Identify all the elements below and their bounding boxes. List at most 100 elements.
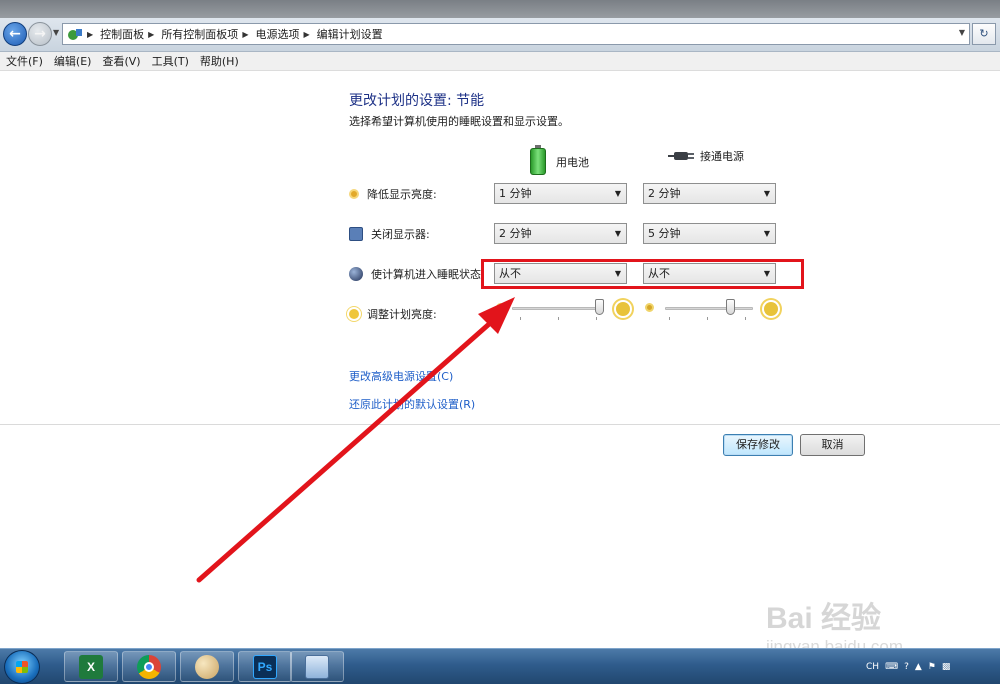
taskbar-app-excel[interactable]: X (64, 651, 118, 682)
refresh-button[interactable]: ↻ (972, 23, 996, 45)
menu-edit[interactable]: 编辑(E) (54, 53, 92, 69)
menu-view[interactable]: 查看(V) (102, 53, 140, 69)
row-label: 使计算机进入睡眠状态: (371, 268, 485, 281)
annotation-highlight-box (481, 259, 804, 289)
watermark-brand: Bai 经验 (766, 602, 882, 635)
breadcrumb-label: 编辑计划设置 (316, 28, 383, 41)
network-icon[interactable]: ▩ (942, 662, 951, 672)
control-panel-icon (305, 654, 329, 679)
dim-display-battery-select[interactable]: 1 分钟 ▼ (494, 183, 627, 204)
brightness-high-icon (616, 302, 630, 316)
power-plan-settings-panel: 更改计划的设置: 节能 选择希望计算机使用的睡眠设置和显示设置。 用电池 接通电… (0, 72, 1000, 648)
menu-file[interactable]: 文件(F) (6, 53, 43, 69)
row-dim-display: 降低显示亮度: (349, 186, 437, 202)
brightness-low-icon (496, 303, 505, 312)
row-label: 关闭显示器: (371, 228, 430, 241)
chevron-up-icon[interactable]: ▲ (915, 662, 922, 672)
restore-defaults-link[interactable]: 还原此计划的默认设置(R) (349, 396, 475, 412)
brightness-slider-battery[interactable] (496, 297, 630, 321)
dim-brightness-icon (349, 189, 359, 199)
select-value: 5 分钟 (648, 227, 681, 240)
brightness-high-icon (764, 302, 778, 316)
breadcrumb-label: 控制面板 (100, 28, 145, 41)
menu-tools[interactable]: 工具(T) (152, 53, 189, 69)
refresh-icon: ↻ (979, 27, 989, 40)
address-dropdown-button[interactable]: ▼ (959, 28, 965, 37)
slider-thumb[interactable] (595, 299, 604, 315)
select-value: 1 分钟 (499, 187, 532, 200)
chevron-right-icon: ▶ (87, 29, 94, 39)
address-field[interactable]: ▶ 控制面板 ▶ 所有控制面板项 ▶ 电源选项 ▶ 编辑计划设置 ▼ (62, 23, 970, 45)
excel-icon: X (79, 654, 103, 679)
taskbar-app-photoshop[interactable]: Ps (238, 651, 292, 682)
slider-track (665, 307, 753, 310)
chevron-down-icon: ▼ (763, 229, 770, 238)
monitor-icon (349, 227, 363, 241)
forward-arrow-icon: → (34, 26, 46, 42)
column-header-battery: 用电池 (530, 145, 589, 175)
chevron-down-icon: ▼ (614, 189, 621, 198)
chevron-right-icon: ▶ (242, 29, 249, 39)
control-panel-icon (68, 29, 82, 40)
divider (0, 424, 1000, 425)
start-button[interactable] (4, 650, 40, 684)
forward-button[interactable]: → (28, 22, 52, 46)
chevron-down-icon: ▼ (763, 189, 770, 198)
select-value: 2 分钟 (648, 187, 681, 200)
taskbar: X Ps CH ⌨ ? ▲ ⚑ ▩ (0, 648, 1000, 684)
notification-flag-icon[interactable]: ⚑ (928, 662, 936, 672)
power-plug-icon (668, 152, 694, 160)
turn-off-display-battery-select[interactable]: 2 分钟 ▼ (494, 223, 627, 244)
page-subtitle: 选择希望计算机使用的睡眠设置和显示设置。 (349, 115, 569, 128)
chevron-right-icon: ▶ (303, 29, 310, 39)
paint-icon (195, 654, 219, 679)
cancel-button[interactable]: 取消 (800, 434, 865, 456)
column-header-plugged-in: 接通电源 (668, 148, 744, 164)
breadcrumb-item[interactable]: 编辑计划设置 (317, 26, 383, 42)
menu-help[interactable]: 帮助(H) (200, 53, 239, 69)
advanced-power-settings-link[interactable]: 更改高级电源设置(C) (349, 368, 453, 384)
menu-bar: 文件(F) 编辑(E) 查看(V) 工具(T) 帮助(H) (0, 52, 1000, 71)
row-brightness: 调整计划亮度: (349, 306, 437, 322)
language-indicator[interactable]: CH (866, 662, 879, 672)
back-button[interactable]: ← (3, 22, 27, 46)
breadcrumb-item[interactable]: 控制面板 ▶ (100, 26, 161, 42)
breadcrumb-item[interactable]: 所有控制面板项 ▶ (161, 26, 255, 42)
row-label: 降低显示亮度: (367, 188, 437, 201)
slider-thumb[interactable] (726, 299, 735, 315)
row-turn-off-display: 关闭显示器: (349, 226, 430, 242)
slider-tick (596, 317, 597, 320)
slider-tick (745, 317, 746, 320)
page-title: 更改计划的设置: 节能 (349, 93, 485, 109)
battery-icon (530, 145, 546, 175)
taskbar-app-paint[interactable] (180, 651, 234, 682)
chevron-right-icon: ▶ (148, 29, 155, 39)
brightness-low-icon (645, 303, 654, 312)
recent-pages-dropdown[interactable]: ▼ (53, 28, 59, 37)
save-changes-button[interactable]: 保存修改 (723, 434, 793, 456)
taskbar-app-control-panel[interactable] (290, 651, 344, 682)
breadcrumb-item[interactable]: 电源选项 ▶ (255, 26, 316, 42)
slider-track (512, 307, 604, 310)
breadcrumb-label: 电源选项 (255, 28, 300, 41)
row-sleep: 使计算机进入睡眠状态: (349, 266, 485, 282)
brightness-sun-icon (349, 309, 359, 319)
system-tray: CH ⌨ ? ▲ ⚑ ▩ (866, 649, 1000, 684)
slider-tick (669, 317, 670, 320)
row-label: 调整计划亮度: (367, 308, 437, 321)
photoshop-icon: Ps (253, 654, 277, 679)
chevron-down-icon: ▼ (614, 229, 621, 238)
brightness-slider-plugged[interactable] (645, 297, 779, 321)
chrome-icon (137, 654, 161, 679)
column-label: 用电池 (556, 155, 589, 169)
taskbar-app-chrome[interactable] (122, 651, 176, 682)
help-icon[interactable]: ? (904, 662, 909, 672)
turn-off-display-plugged-select[interactable]: 5 分钟 ▼ (643, 223, 776, 244)
column-label: 接通电源 (700, 150, 744, 163)
dim-display-plugged-select[interactable]: 2 分钟 ▼ (643, 183, 776, 204)
slider-tick (707, 317, 708, 320)
address-toolbar: ← → ▼ ▶ 控制面板 ▶ 所有控制面板项 ▶ 电源选项 ▶ 编辑计划设置 ▼… (0, 18, 1000, 52)
keyboard-icon[interactable]: ⌨ (885, 662, 898, 672)
breadcrumb-label: 所有控制面板项 (161, 28, 239, 41)
back-arrow-icon: ← (9, 26, 21, 42)
